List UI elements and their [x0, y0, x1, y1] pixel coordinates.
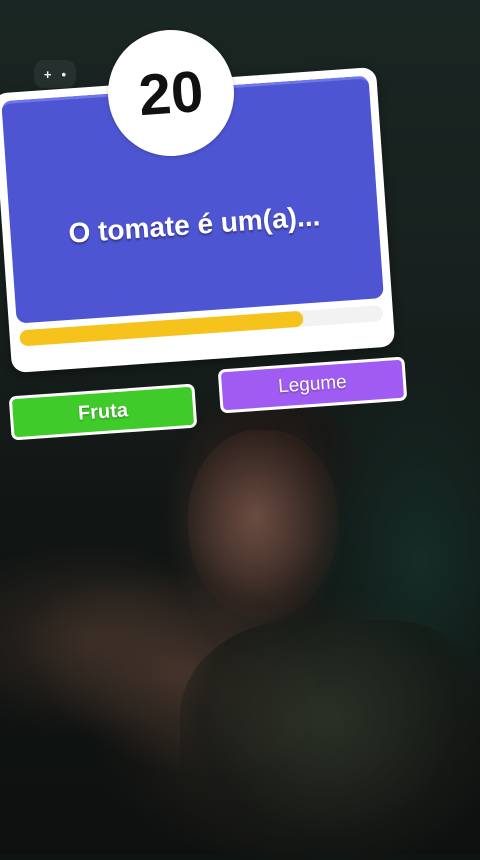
gamepad-icon[interactable]: + •: [34, 60, 76, 88]
gamepad-button-icon: •: [61, 66, 67, 82]
question-text: O tomate é um(a)...: [67, 200, 322, 249]
camera-subject-shoulder: [180, 620, 480, 860]
camera-subject-face: [188, 430, 338, 620]
gamepad-dpad-icon: +: [43, 66, 52, 82]
